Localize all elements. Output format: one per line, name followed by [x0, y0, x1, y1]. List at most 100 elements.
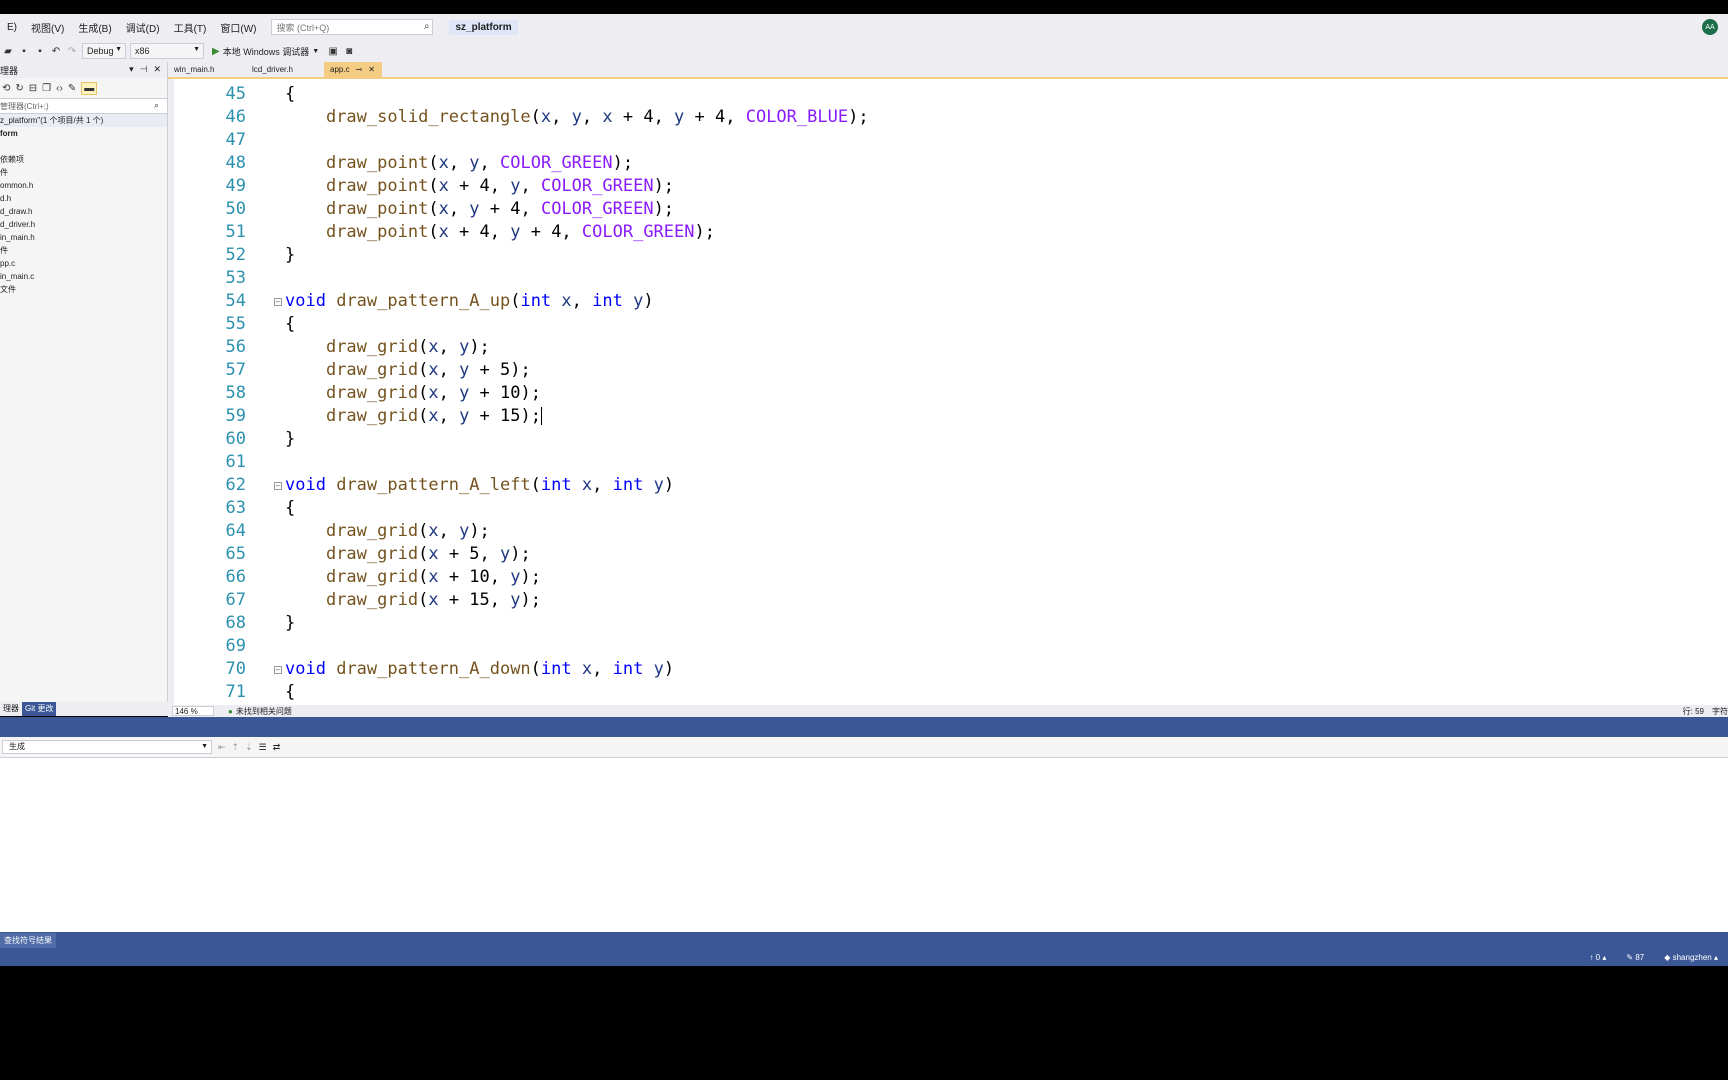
pending-edits-indicator[interactable]: ✎ 87 [1626, 953, 1644, 962]
panel-divider[interactable] [0, 717, 1728, 737]
code-line[interactable]: 46 draw_solid_rectangle(x, y, x + 4, y +… [168, 106, 1668, 129]
menu-edit[interactable]: E) [0, 22, 24, 33]
solution-explorer-toolbar: ⟲ ↻ ⊟ ❐ ‹› ✎ ▬ [0, 78, 167, 98]
tab-git-changes[interactable]: Git 更改 [22, 702, 57, 716]
platform-select[interactable]: x86 ▼ [130, 43, 204, 59]
menu-debug[interactable]: 调试(D) [119, 20, 167, 35]
code-line[interactable]: 62 − void draw_pattern_A_left(int x, int y… [168, 474, 1668, 497]
tab-find-symbol-results[interactable]: 查找符号结果 [0, 933, 56, 948]
output-source-select[interactable]: 生成 ▼ [2, 740, 212, 754]
find-message-icon[interactable]: ⇤ [218, 742, 226, 753]
word-wrap-icon[interactable]: ⇄ [273, 742, 281, 753]
menu-tools[interactable]: 工具(T) [167, 20, 214, 35]
chevron-down-icon[interactable]: ▾ [129, 64, 134, 75]
code-line[interactable]: 63 { [168, 497, 1668, 520]
history-icon[interactable]: ⟲ [2, 83, 10, 94]
tree-item[interactable]: pp.c [0, 257, 167, 270]
config-select[interactable]: Debug ▼ [82, 43, 126, 59]
menu-view[interactable]: 视图(V) [24, 20, 71, 35]
start-debugging-button[interactable]: ▶ 本地 Windows 调试器 ▼ [208, 45, 323, 58]
tree-item[interactable]: ommon.h [0, 179, 167, 192]
tree-item[interactable]: in_main.h [0, 231, 167, 244]
close-icon[interactable]: ✕ [368, 65, 375, 74]
solution-root[interactable]: z_platform"(1 个项目/共 1 个) [0, 114, 167, 127]
next-message-icon[interactable]: ⇣ [245, 742, 253, 753]
tab-solution-explorer[interactable]: 理器 [0, 702, 22, 716]
collapse-icon[interactable]: − [274, 298, 282, 306]
git-push-indicator[interactable]: ↑ 0 ▴ [1589, 953, 1606, 962]
code-line[interactable]: 59 draw_grid(x, y + 15); [168, 405, 1668, 428]
code-line[interactable]: 67 draw_grid(x + 15, y); [168, 589, 1668, 612]
code-line[interactable]: 47 [168, 129, 1668, 152]
tab-win-main-h[interactable]: win_main.h [168, 62, 246, 77]
copy-icon[interactable]: ❐ [42, 83, 51, 94]
code-editor[interactable]: 45 {46 draw_solid_rectangle(x, y, x + 4, … [168, 79, 1728, 705]
code-line[interactable]: 57 draw_grid(x, y + 5); [168, 359, 1668, 382]
tree-item[interactable]: d_driver.h [0, 218, 167, 231]
find-in-files-icon[interactable]: ▣ [327, 45, 339, 57]
code-line[interactable]: 49 draw_point(x + 4, y, COLOR_GREEN); [168, 175, 1668, 198]
screenshot-icon[interactable]: ◙ [343, 45, 355, 57]
code-line[interactable]: 50 draw_point(x, y + 4, COLOR_GREEN); [168, 198, 1668, 221]
code-line[interactable]: 70 − void draw_pattern_A_down(int x, int y… [168, 658, 1668, 681]
pin-icon[interactable]: ⊸ [356, 65, 363, 74]
tree-item[interactable]: 件 [0, 166, 167, 179]
zoom-select[interactable]: 146 % [172, 706, 214, 716]
open-folder-icon[interactable]: ▰ [2, 45, 14, 57]
tree-item[interactable]: in_main.c [0, 270, 167, 283]
platform-value: x86 [135, 46, 150, 56]
quick-search-input[interactable]: 搜索 (Ctrl+Q) ⌕ [271, 19, 434, 35]
tree-item[interactable]: 文件 [0, 283, 167, 296]
preview-icon[interactable]: ▬ [81, 81, 98, 95]
save-icon[interactable]: ▪ [18, 45, 30, 57]
code-line[interactable]: 55 { [168, 313, 1668, 336]
tab-app-c[interactable]: app.c ⊸ ✕ [324, 62, 382, 77]
output-content[interactable] [0, 757, 1728, 932]
code-line[interactable]: 61 [168, 451, 1668, 474]
line-number: 45 [225, 84, 246, 104]
code-line[interactable]: 53 [168, 267, 1668, 290]
code-line[interactable]: 71 { [168, 681, 1668, 704]
clear-all-icon[interactable]: ☰ [259, 742, 267, 753]
code-line[interactable]: 69 [168, 635, 1668, 658]
pin-icon[interactable]: ⊣ [140, 64, 148, 75]
code-line[interactable]: 65 draw_grid(x + 5, y); [168, 543, 1668, 566]
code-line[interactable]: 66 draw_grid(x + 10, y); [168, 566, 1668, 589]
redo-icon[interactable]: ↷ [66, 45, 78, 57]
close-icon[interactable]: ✕ [153, 64, 161, 75]
collapse-all-icon[interactable]: ⊟ [29, 83, 37, 94]
refresh-icon[interactable]: ↻ [15, 83, 23, 94]
tree-item[interactable] [0, 140, 167, 153]
code-line[interactable]: 45 { [168, 83, 1668, 106]
code-line[interactable]: 48 draw_point(x, y, COLOR_GREEN); [168, 152, 1668, 175]
code-line[interactable]: 60} [168, 428, 1668, 451]
code-line[interactable]: 64 draw_grid(x, y); [168, 520, 1668, 543]
code-line[interactable]: 52} [168, 244, 1668, 267]
code-line[interactable]: 54 − void draw_pattern_A_up(int x, int y) [168, 290, 1668, 313]
main-menu: E) 视图(V) 生成(B) 调试(D) 工具(T) 窗口(W) [0, 20, 263, 35]
tree-item[interactable]: 依赖项 [0, 153, 167, 166]
issues-indicator[interactable]: ● 未找到相关问题 [228, 706, 292, 717]
tree-item[interactable]: d_draw.h [0, 205, 167, 218]
save-all-icon[interactable]: ▪ [34, 45, 46, 57]
tree-item[interactable]: d.h [0, 192, 167, 205]
code-line[interactable]: 56 draw_grid(x, y); [168, 336, 1668, 359]
code-line[interactable]: 51 draw_point(x + 4, y + 4, COLOR_GREEN)… [168, 221, 1668, 244]
tree-item[interactable]: form [0, 127, 167, 140]
wrench-icon[interactable]: ✎ [68, 83, 76, 94]
tree-item[interactable]: 件 [0, 244, 167, 257]
collapse-icon[interactable]: − [274, 482, 282, 490]
menu-build[interactable]: 生成(B) [71, 20, 118, 35]
avatar[interactable]: AA [1702, 19, 1718, 35]
menu-window[interactable]: 窗口(W) [213, 20, 263, 35]
code-line[interactable]: 58 draw_grid(x, y + 10); [168, 382, 1668, 405]
undo-icon[interactable]: ↶ [50, 45, 62, 57]
tab-lcd-driver-h[interactable]: lcd_driver.h [246, 62, 324, 77]
code-line[interactable]: 68} [168, 612, 1668, 635]
config-value: Debug [87, 46, 114, 56]
code-icon[interactable]: ‹› [56, 83, 63, 94]
collapse-icon[interactable]: − [274, 666, 282, 674]
prev-message-icon[interactable]: ⇡ [232, 742, 240, 753]
solution-search-input[interactable]: 管理器(Ctrl+;) ⌕ [0, 98, 167, 114]
branch-indicator[interactable]: ◆ shangzhen ▴ [1664, 953, 1718, 962]
